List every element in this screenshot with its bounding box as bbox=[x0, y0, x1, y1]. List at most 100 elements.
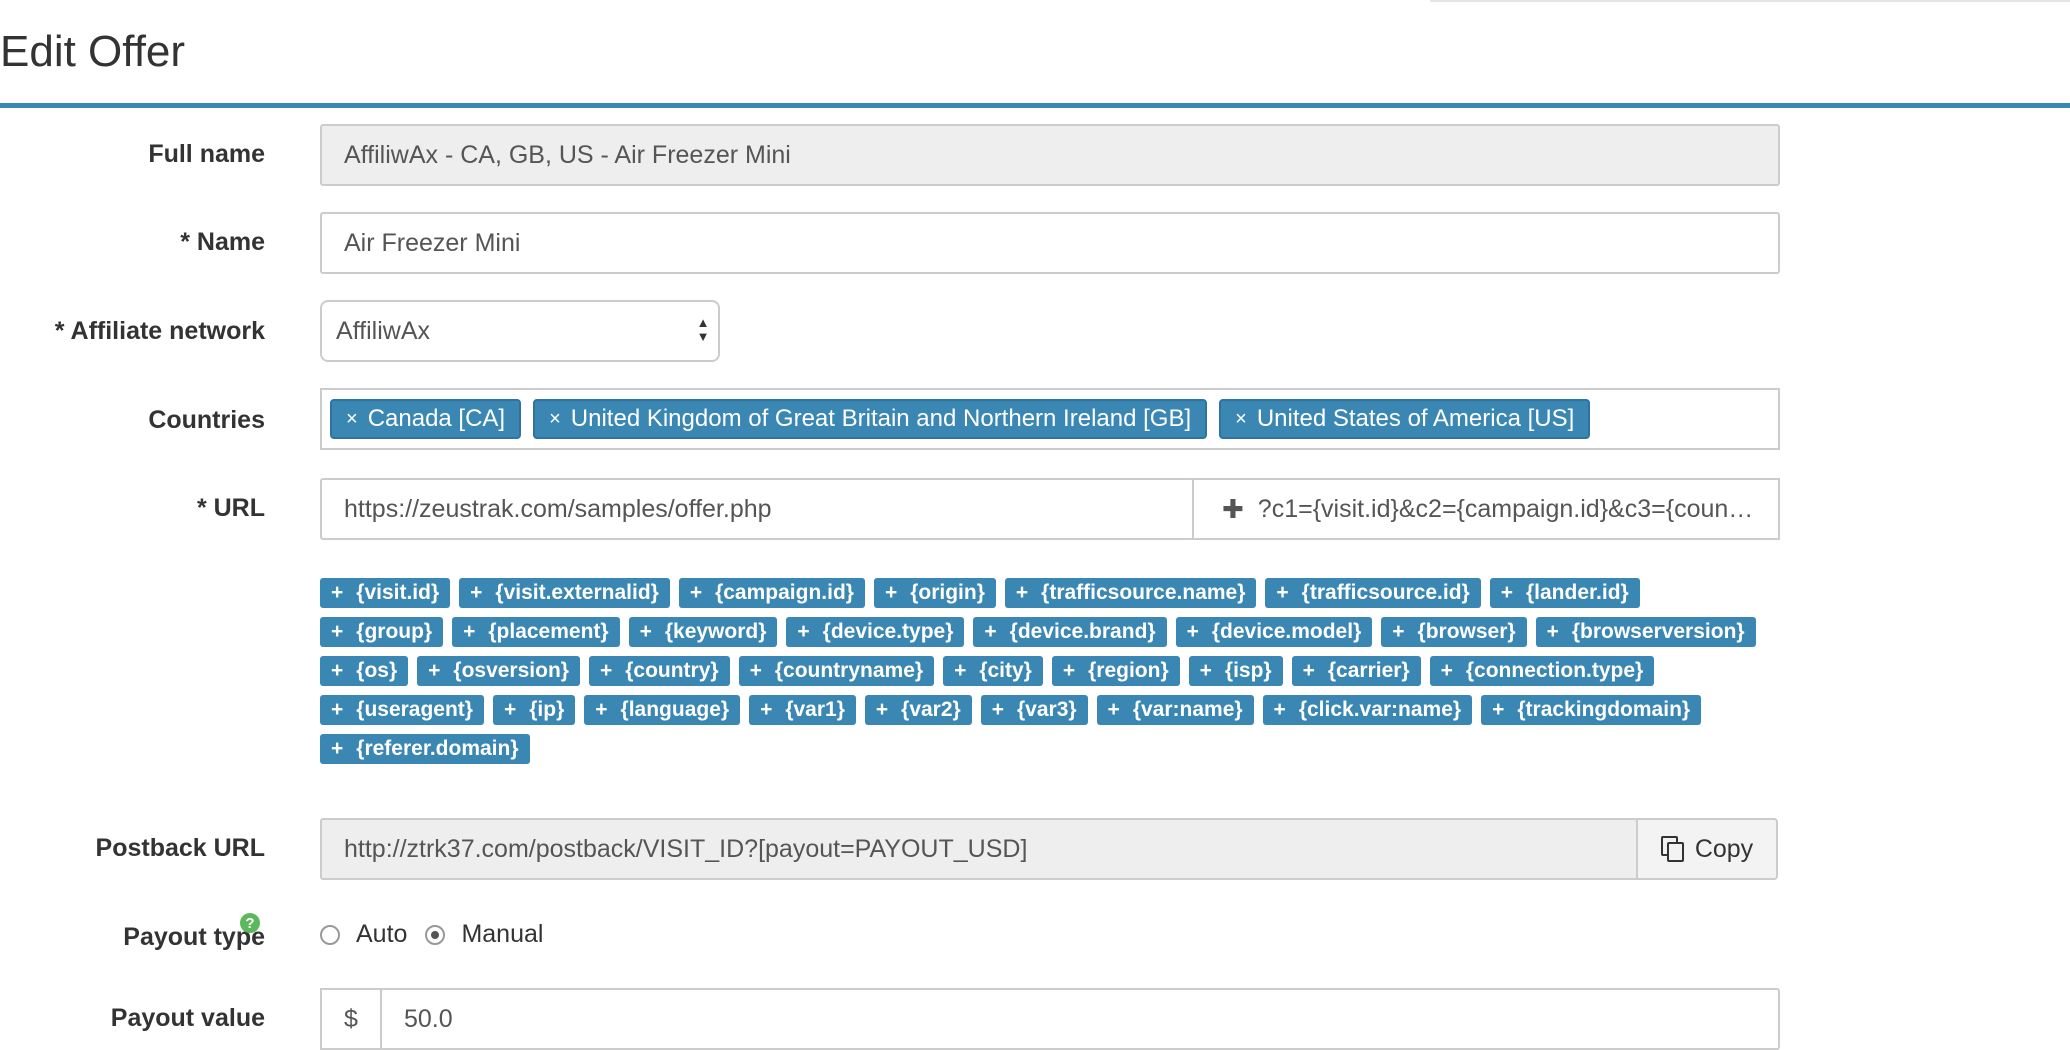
url-token-button[interactable]: + {osversion} bbox=[417, 656, 580, 686]
url-token-label: {keyword} bbox=[664, 620, 767, 643]
plus-icon: + bbox=[428, 659, 441, 682]
url-token-label: {click.var:name} bbox=[1298, 698, 1462, 721]
url-token-label: {useragent} bbox=[356, 698, 473, 721]
url-token-button[interactable]: + {placement} bbox=[452, 617, 620, 647]
payout-type-radio-group: Auto Manual bbox=[320, 920, 561, 949]
payout-type-auto-label[interactable]: Auto bbox=[356, 920, 407, 949]
url-token-button[interactable]: + {region} bbox=[1051, 656, 1180, 686]
url-token-button[interactable]: + {keyword} bbox=[628, 617, 778, 647]
payout-value-input[interactable]: 50.0 bbox=[380, 988, 1780, 1050]
url-token-label: {device.model} bbox=[1211, 620, 1362, 643]
url-token-button[interactable]: + {device.brand} bbox=[973, 617, 1167, 647]
url-token-label: {trafficsource.name} bbox=[1041, 581, 1246, 604]
url-token-button[interactable]: + {visit.externalid} bbox=[459, 578, 670, 608]
url-token-button[interactable]: + {browser} bbox=[1381, 617, 1527, 647]
plus-icon: + bbox=[991, 698, 1004, 721]
plus-icon: ✚ bbox=[1222, 493, 1244, 524]
postback-url-label: Postback URL bbox=[95, 834, 265, 862]
affiliate-network-value: AffiliwAx bbox=[336, 316, 431, 345]
url-token-button[interactable]: + {lander.id} bbox=[1489, 578, 1640, 608]
country-tag: × United States of America [US] bbox=[1219, 399, 1591, 439]
plus-icon: + bbox=[331, 659, 344, 682]
url-token-button[interactable]: + {country} bbox=[588, 656, 730, 686]
name-input[interactable]: Air Freezer Mini bbox=[320, 212, 1780, 274]
plus-icon: + bbox=[875, 698, 889, 721]
url-token-label: {visit.externalid} bbox=[495, 581, 659, 604]
url-token-button[interactable]: + {isp} bbox=[1188, 656, 1283, 686]
url-token-button[interactable]: + {carrier} bbox=[1291, 656, 1421, 686]
close-icon[interactable]: × bbox=[1235, 408, 1247, 431]
url-token-button[interactable]: + {useragent} bbox=[320, 695, 484, 725]
url-token-button[interactable]: + {referer.domain} bbox=[320, 734, 530, 764]
url-token-button[interactable]: + {device.model} bbox=[1175, 617, 1373, 647]
plus-icon: + bbox=[1015, 581, 1029, 604]
url-token-button[interactable]: + {device.type} bbox=[786, 617, 965, 647]
url-token-button[interactable]: + {var1} bbox=[749, 695, 856, 725]
plus-icon: + bbox=[984, 620, 997, 643]
payout-type-manual-radio[interactable] bbox=[425, 924, 446, 945]
currency-addon: $ bbox=[320, 988, 382, 1050]
url-token-button[interactable]: + {campaign.id} bbox=[678, 578, 865, 608]
token-line: + {os} + {osversion} + {country} + {countryname… bbox=[320, 656, 1800, 686]
url-input[interactable]: https://zeustrak.com/samples/offer.php bbox=[320, 478, 1194, 540]
url-token-label: {carrier} bbox=[1327, 659, 1410, 682]
help-icon[interactable]: ? bbox=[240, 913, 260, 933]
url-token-button[interactable]: + {var:name} bbox=[1096, 695, 1254, 725]
url-token-button[interactable]: + {origin} bbox=[873, 578, 996, 608]
plus-icon: + bbox=[599, 659, 613, 682]
url-token-label: {browserversion} bbox=[1571, 620, 1745, 643]
url-token-button[interactable]: + {trackingdomain} bbox=[1481, 695, 1702, 725]
plus-icon: + bbox=[689, 581, 703, 604]
url-token-button[interactable]: + {var2} bbox=[864, 695, 972, 725]
url-token-label: {device.brand} bbox=[1009, 620, 1156, 643]
plus-icon: + bbox=[331, 737, 344, 760]
affiliate-network-select[interactable]: AffiliwAx ▲ ▼ bbox=[320, 300, 720, 362]
plus-icon: + bbox=[639, 620, 652, 643]
payout-type-auto-radio[interactable] bbox=[320, 924, 340, 945]
copy-button[interactable]: Copy bbox=[1636, 818, 1778, 880]
select-arrows-icon: ▲ ▼ bbox=[696, 315, 710, 344]
url-token-button[interactable]: + {language} bbox=[584, 695, 741, 725]
url-token-button[interactable]: + {trafficsource.name} bbox=[1004, 578, 1257, 608]
url-token-button[interactable]: + {group} bbox=[320, 617, 444, 647]
url-token-label: {var3} bbox=[1016, 698, 1077, 721]
url-token-button[interactable]: + {countryname} bbox=[738, 656, 935, 686]
url-token-button[interactable]: + {click.var:name} bbox=[1262, 695, 1473, 725]
url-token-label: {group} bbox=[356, 620, 433, 643]
plus-icon: + bbox=[1302, 659, 1315, 682]
close-icon[interactable]: × bbox=[549, 408, 561, 431]
plus-icon: + bbox=[331, 620, 344, 643]
full-name-label: Full name bbox=[148, 140, 265, 168]
plus-icon: + bbox=[331, 581, 344, 604]
url-params-addon[interactable]: ✚ ?c1={visit.id}&c2={campaign.id}&c3={co… bbox=[1192, 478, 1780, 540]
url-token-button[interactable]: + {var3} bbox=[980, 695, 1088, 725]
name-label: * Name bbox=[180, 228, 265, 256]
url-token-button[interactable]: + {browserversion} bbox=[1535, 617, 1756, 647]
url-token-label: {device.type} bbox=[822, 620, 954, 643]
page-header: Edit Offer bbox=[0, 0, 2070, 108]
plus-icon: + bbox=[1186, 620, 1199, 643]
url-token-button[interactable]: + {connection.type} bbox=[1429, 656, 1655, 686]
url-token-button[interactable]: + {ip} bbox=[492, 695, 576, 725]
url-token-label: {os} bbox=[356, 659, 398, 682]
plus-icon: + bbox=[1500, 581, 1513, 604]
plus-icon: + bbox=[1276, 581, 1289, 604]
url-token-label: {placement} bbox=[488, 620, 609, 643]
payout-type-manual-label[interactable]: Manual bbox=[461, 920, 543, 949]
country-tag-label: United States of America [US] bbox=[1256, 405, 1575, 432]
plus-icon: + bbox=[1199, 659, 1212, 682]
header-top-shade bbox=[1430, 0, 2070, 2]
url-token-list: + {visit.id} + {visit.externalid} + {campaign… bbox=[320, 578, 1800, 773]
page-title: Edit Offer bbox=[0, 27, 186, 76]
countries-label: Countries bbox=[148, 406, 265, 434]
url-token-button[interactable]: + {visit.id} bbox=[320, 578, 451, 608]
plus-icon: + bbox=[1546, 620, 1559, 643]
url-token-button[interactable]: + {os} bbox=[320, 656, 409, 686]
close-icon[interactable]: × bbox=[346, 408, 358, 431]
copy-icon bbox=[1660, 836, 1685, 862]
url-token-button[interactable]: + {trafficsource.id} bbox=[1265, 578, 1481, 608]
plus-icon: + bbox=[1392, 620, 1405, 643]
url-token-label: {isp} bbox=[1224, 659, 1272, 682]
countries-tag-input[interactable]: × Canada [CA] × United Kingdom of Great … bbox=[320, 388, 1780, 450]
url-token-button[interactable]: + {city} bbox=[943, 656, 1043, 686]
